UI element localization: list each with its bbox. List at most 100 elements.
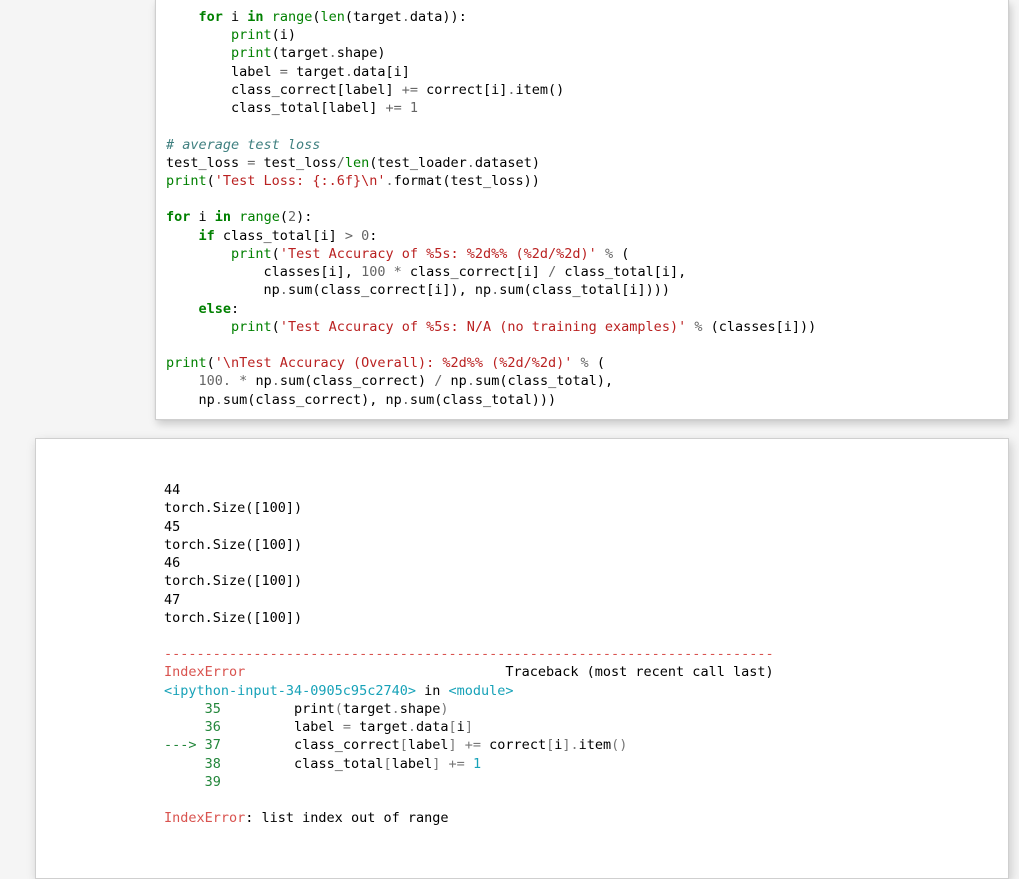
code-token bbox=[264, 9, 272, 25]
stdout-line: 47 bbox=[164, 592, 180, 608]
code-token: (i) bbox=[272, 27, 296, 43]
code-token bbox=[166, 228, 199, 244]
code-token bbox=[166, 45, 231, 61]
tb-token: += bbox=[449, 756, 465, 772]
code-token: print bbox=[231, 45, 272, 61]
tb-token: correct bbox=[481, 737, 546, 753]
code-token: (target bbox=[272, 45, 329, 61]
code-token: . bbox=[467, 373, 475, 389]
code-token: . bbox=[507, 82, 515, 98]
code-output-cell[interactable]: 44 torch.Size([100]) 45 torch.Size([100]… bbox=[35, 438, 1009, 879]
tb-token: += bbox=[465, 737, 481, 753]
code-token: 1 bbox=[410, 100, 418, 116]
code-token: . bbox=[329, 45, 337, 61]
tb-token: ) bbox=[440, 701, 448, 717]
code-token bbox=[402, 100, 410, 116]
code-token: ): bbox=[296, 209, 312, 225]
code-token: shape) bbox=[337, 45, 386, 61]
code-token: target bbox=[288, 64, 345, 80]
code-token: . bbox=[280, 282, 288, 298]
code-token bbox=[166, 301, 199, 317]
code-token: / bbox=[548, 264, 556, 280]
tb-token: [ bbox=[449, 719, 457, 735]
code-token bbox=[166, 9, 199, 25]
tb-linenum: 39 bbox=[205, 774, 221, 790]
code-token: . bbox=[385, 173, 393, 189]
tb-token: data bbox=[416, 719, 449, 735]
traceback-separator: ----------------------------------------… bbox=[164, 646, 774, 662]
code-token: np bbox=[442, 373, 466, 389]
code-token: sum(class_correct), np bbox=[223, 392, 402, 408]
tb-token: item bbox=[579, 737, 612, 753]
code-token: 'Test Accuracy of %5s: %2d%% (%2d/%2d)' bbox=[280, 246, 597, 262]
stdout-line: torch.Size([100]) bbox=[164, 537, 302, 553]
code-token: print bbox=[231, 246, 272, 262]
tb-token bbox=[465, 756, 473, 772]
code-token: ( bbox=[280, 209, 288, 225]
code-token: class_correct[i] bbox=[402, 264, 548, 280]
code-token: format(test_loss)) bbox=[394, 173, 540, 189]
code-token: if bbox=[199, 228, 215, 244]
code-token: sum(class_total[i]))) bbox=[499, 282, 670, 298]
code-token: print bbox=[166, 355, 207, 371]
tb-token: [ bbox=[400, 737, 408, 753]
tb-token: class_correct bbox=[221, 737, 400, 753]
code-token: (test_loader bbox=[369, 155, 467, 171]
code-token: 100 bbox=[361, 264, 385, 280]
code-token: sum(class_correct[i]), np bbox=[288, 282, 491, 298]
code-token: len bbox=[345, 155, 369, 171]
code-token: data[i] bbox=[353, 64, 410, 80]
tb-arrow bbox=[164, 719, 205, 735]
code-token: * bbox=[394, 264, 402, 280]
code-token: = bbox=[280, 64, 288, 80]
code-token: : bbox=[231, 301, 239, 317]
stdout-line: 44 bbox=[164, 482, 180, 498]
code-token bbox=[353, 228, 361, 244]
tb-token: [ bbox=[546, 737, 554, 753]
code-token: print bbox=[231, 319, 272, 335]
code-token: range bbox=[272, 9, 313, 25]
tb-token: () bbox=[611, 737, 627, 753]
tb-token: ]. bbox=[562, 737, 578, 753]
code-token: > bbox=[345, 228, 353, 244]
tb-token: = bbox=[343, 719, 351, 735]
tb-linenum: 38 bbox=[205, 756, 221, 772]
code-token: i bbox=[190, 209, 214, 225]
tb-token bbox=[440, 756, 448, 772]
tb-linenum: 37 bbox=[205, 737, 221, 753]
code-token: % bbox=[605, 246, 613, 262]
code-token: range bbox=[239, 209, 280, 225]
code-token: 'Test Accuracy of %5s: N/A (no training … bbox=[280, 319, 686, 335]
code-token: for bbox=[166, 209, 190, 225]
code-token: np bbox=[247, 373, 271, 389]
code-token: dataset) bbox=[475, 155, 540, 171]
code-token: in bbox=[247, 9, 263, 25]
final-error-msg: : list index out of range bbox=[245, 810, 448, 826]
code-token: test_loss bbox=[255, 155, 336, 171]
tb-arrow bbox=[164, 701, 205, 717]
code-token bbox=[572, 355, 580, 371]
code-token: sum(class_total), bbox=[475, 373, 613, 389]
code-token: . bbox=[467, 155, 475, 171]
code-token: test_loss bbox=[166, 155, 247, 171]
code-token: label bbox=[166, 64, 280, 80]
code-token: 'Test Loss: {:.6f}\n' bbox=[215, 173, 386, 189]
code-token: class_correct[label] bbox=[166, 82, 402, 98]
code-input-cell[interactable]: for i in range(len(target.data)): print(… bbox=[155, 0, 1009, 420]
code-token: for bbox=[199, 9, 223, 25]
code-token: sum(class_total))) bbox=[410, 392, 556, 408]
code-token: '\nTest Accuracy (Overall): %2d%% (%2d/%… bbox=[215, 355, 573, 371]
code-token: . bbox=[402, 392, 410, 408]
error-name: IndexError bbox=[164, 664, 245, 680]
code-token: 100. bbox=[199, 373, 232, 389]
code-token: ( bbox=[613, 246, 629, 262]
code-token: sum(class_correct) bbox=[280, 373, 434, 389]
stdout-line: torch.Size([100]) bbox=[164, 573, 302, 589]
code-token: len bbox=[320, 9, 344, 25]
tb-arrow bbox=[164, 774, 205, 790]
code-token: ( bbox=[207, 173, 215, 189]
code-token: ( bbox=[272, 246, 280, 262]
code-token: class_total[label] bbox=[166, 100, 385, 116]
final-error-name: IndexError bbox=[164, 810, 245, 826]
stdout-line: 46 bbox=[164, 555, 180, 571]
